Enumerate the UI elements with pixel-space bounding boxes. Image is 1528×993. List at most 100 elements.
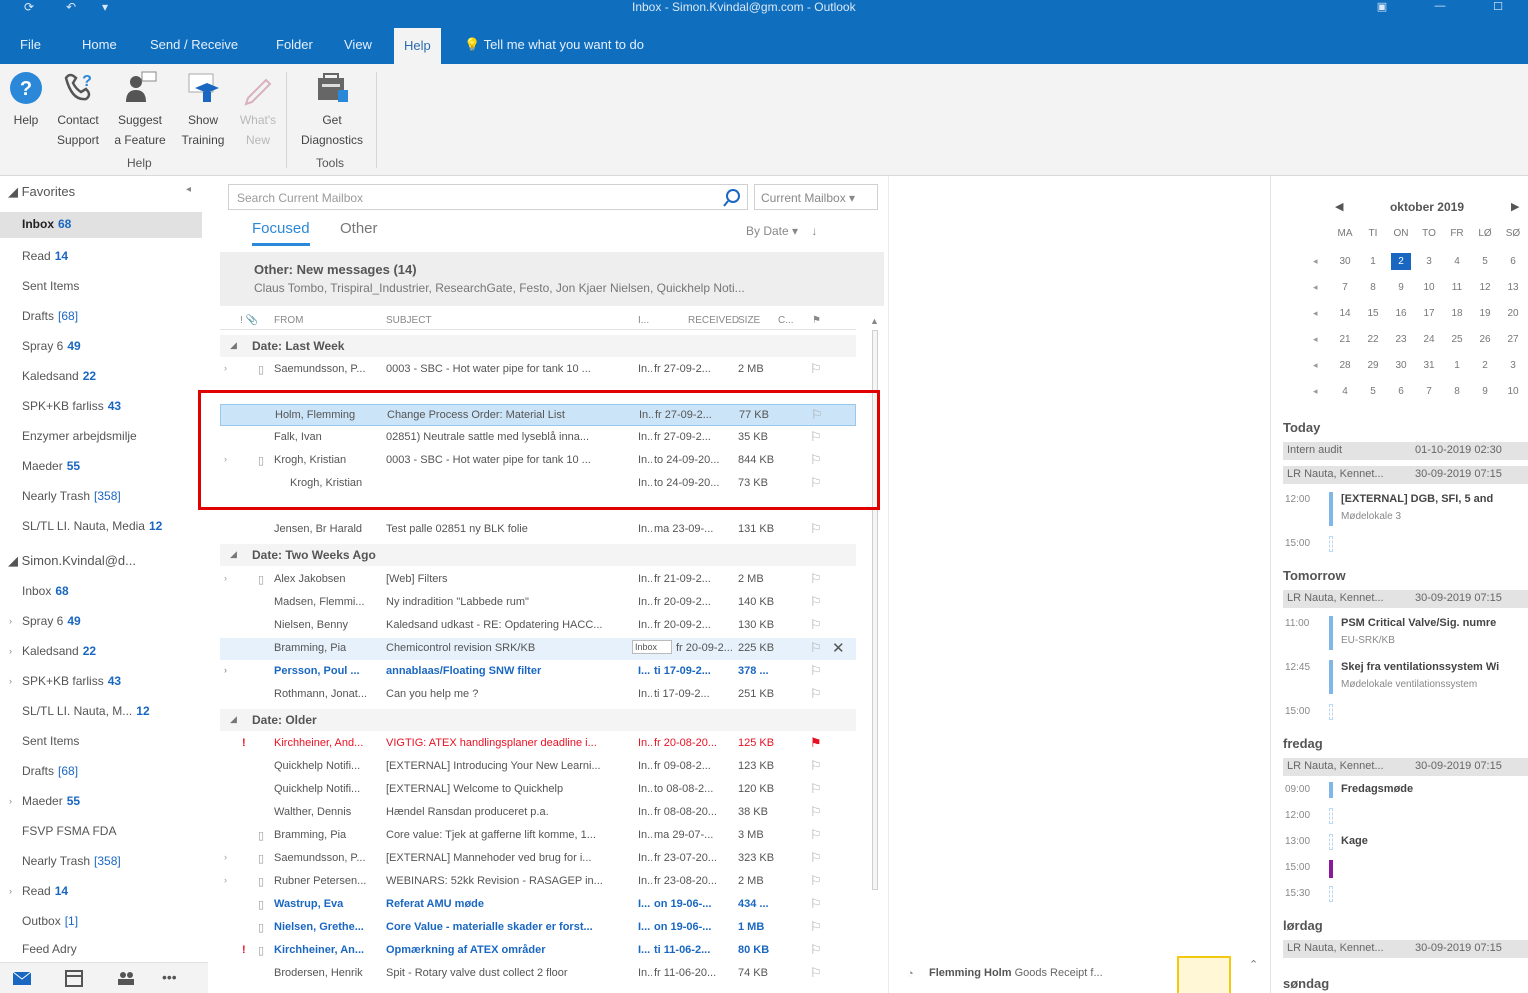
flag-icon[interactable]: ⚐ <box>810 571 824 587</box>
delete-icon[interactable]: ✕ <box>832 639 845 657</box>
scroll-up-icon[interactable]: ▲ <box>870 316 879 326</box>
allday-event[interactable]: LR Nauta, Kennet... 30-09-2019 07:15 <box>1283 758 1528 776</box>
new-mail-notification[interactable]: ◔ Flemming Holm Goods Receipt f... ⌃ <box>901 956 1258 993</box>
calendar-day[interactable]: 4 <box>1335 386 1355 397</box>
sync-icon[interactable]: ⟳ <box>24 0 34 14</box>
message-row-unread[interactable]: ▯ Wastrup, Eva Referat AMU møde I... on … <box>220 894 856 916</box>
calendar-day[interactable]: 6 <box>1391 386 1411 397</box>
calendar-day[interactable]: 3 <box>1503 360 1523 371</box>
free-slot[interactable] <box>1329 536 1333 552</box>
free-slot[interactable] <box>1329 808 1333 824</box>
flag-icon[interactable]: ⚐ <box>810 452 824 468</box>
column-from[interactable]: FROM <box>274 315 303 326</box>
flag-icon[interactable]: ⚐ <box>810 758 824 774</box>
event-bar-purple[interactable] <box>1329 860 1333 878</box>
expand-icon[interactable]: › <box>9 796 12 806</box>
flag-icon[interactable]: ⚐ <box>810 873 824 889</box>
folder-drafts[interactable]: Drafts [68] <box>22 764 78 778</box>
message-row[interactable]: › ▯ Saemundsson, P... 0003 - SBC - Hot w… <box>220 359 856 381</box>
calendar-day[interactable]: 9 <box>1391 282 1411 293</box>
expand-icon[interactable]: › <box>9 646 12 656</box>
sort-direction-icon[interactable]: ↓ <box>811 224 817 238</box>
search-input[interactable]: Search Current Mailbox <box>228 184 748 210</box>
calendar-day[interactable]: 4 <box>1447 256 1467 267</box>
allday-event[interactable]: Intern audit 01-10-2019 02:30 <box>1283 442 1528 460</box>
message-row[interactable]: Nielsen, Benny Kaledsand udkast - RE: Op… <box>220 615 856 637</box>
flag-icon[interactable]: ⚐ <box>810 850 824 866</box>
column-received[interactable]: RECEIVED <box>688 315 739 326</box>
whats-new-button[interactable]: What's New <box>234 70 282 150</box>
calendar-day[interactable]: 30 <box>1335 256 1355 267</box>
get-diagnostics-button[interactable]: Get Diagnostics <box>292 70 372 150</box>
free-slot[interactable] <box>1329 834 1333 850</box>
tab-help[interactable]: Help <box>394 28 441 64</box>
flag-icon[interactable]: ⚑ <box>810 735 824 751</box>
allday-event[interactable]: LR Nauta, Kennet... 30-09-2019 07:15 <box>1283 466 1528 484</box>
calendar-day[interactable]: 14 <box>1335 308 1355 319</box>
folder-kaledsand[interactable]: Kaledsand 22 <box>22 644 96 658</box>
calendar-day[interactable]: 15 <box>1363 308 1383 319</box>
show-training-button[interactable]: Show Training <box>174 70 232 150</box>
flag-icon[interactable]: ⚐ <box>810 361 824 377</box>
calendar-day[interactable]: 13 <box>1503 282 1523 293</box>
calendar-day[interactable]: 7 <box>1335 282 1355 293</box>
calendar-day[interactable]: 18 <box>1447 308 1467 319</box>
folder-maeder[interactable]: Maeder 55 <box>22 459 80 473</box>
help-button[interactable]: ? Help <box>6 70 46 130</box>
folder-enzymer[interactable]: Enzymer arbejdsmilje <box>22 429 137 443</box>
free-slot[interactable] <box>1329 886 1333 902</box>
calendar-day[interactable]: 17 <box>1419 308 1439 319</box>
group-header-two-weeks[interactable]: ◢ Date: Two Weeks Ago <box>220 544 856 566</box>
calendar-day[interactable]: 29 <box>1363 360 1383 371</box>
calendar-day[interactable]: 5 <box>1363 386 1383 397</box>
flag-icon[interactable]: ⚐ <box>810 781 824 797</box>
search-icon[interactable] <box>722 188 742 208</box>
folder-inbox-favorite[interactable]: Inbox 68 <box>0 212 202 238</box>
week-select-icon[interactable]: ◂ <box>1313 308 1318 319</box>
column-subject[interactable]: SUBJECT <box>386 315 432 326</box>
calendar-icon[interactable] <box>64 969 84 987</box>
week-select-icon[interactable]: ◂ <box>1313 256 1318 267</box>
message-row[interactable]: Quickhelp Notifi... [EXTERNAL] Introduci… <box>220 756 856 778</box>
flag-icon[interactable]: ⚐ <box>810 896 824 912</box>
tab-focused[interactable]: Focused <box>252 220 310 246</box>
week-select-icon[interactable]: ◂ <box>1313 334 1318 345</box>
message-row[interactable]: Quickhelp Notifi... [EXTERNAL] Welcome t… <box>220 779 856 801</box>
folder-sl-tl[interactable]: SL/TL LI. Nauta, Media 12 <box>22 519 162 533</box>
flag-icon[interactable]: ⚐ <box>810 663 824 679</box>
folder-sent-items[interactable]: Sent Items <box>22 279 79 293</box>
allday-event[interactable]: LR Nauta, Kennet... 30-09-2019 07:15 <box>1283 590 1528 608</box>
tell-me-search[interactable]: 💡 Tell me what you want to do <box>464 36 644 54</box>
folder-fsvp[interactable]: FSVP FSMA FDA <box>22 824 116 838</box>
collapse-group-icon[interactable]: ◢ <box>230 714 237 725</box>
importance-column-icon[interactable]: ! 📎 <box>240 315 258 326</box>
folder-drafts[interactable]: Drafts [68] <box>22 309 78 323</box>
expand-icon[interactable]: › <box>9 616 12 626</box>
collapse-favorites-icon[interactable]: ◂ <box>186 184 191 195</box>
expand-conversation-icon[interactable]: › <box>224 573 234 583</box>
column-in-folder[interactable]: I... <box>638 315 649 326</box>
favorites-header[interactable]: ◢ Favorites <box>8 184 75 200</box>
folder-nearly-trash[interactable]: Nearly Trash [358] <box>22 489 121 503</box>
folder-spray-6[interactable]: Spray 6 49 <box>22 614 81 628</box>
message-row-unread[interactable]: › Persson, Poul ... annablaas/Floating S… <box>220 661 856 683</box>
event-title[interactable]: Fredagsmøde <box>1341 783 1413 795</box>
calendar-next-icon[interactable]: ▶ <box>1511 200 1519 213</box>
folder-spk-kb[interactable]: SPK+KB farliss 43 <box>22 674 121 688</box>
more-apps-icon[interactable]: ••• <box>162 969 177 985</box>
message-row[interactable]: › ▯ Rubner Petersen... WEBINARS: 52kk Re… <box>220 871 856 893</box>
free-slot[interactable] <box>1329 704 1333 720</box>
expand-icon[interactable]: › <box>9 886 12 896</box>
folder-read[interactable]: Read 14 <box>22 884 68 898</box>
folder-inbox[interactable]: Inbox 68 <box>22 584 69 598</box>
other-messages-banner[interactable]: Other: New messages (14) Claus Tombo, Tr… <box>220 252 884 306</box>
message-row-important[interactable]: ! Kirchheiner, And... VIGTIG: ATEX handl… <box>220 733 856 755</box>
minimize-icon[interactable]: — <box>1430 0 1450 14</box>
flag-icon[interactable]: ⚐ <box>811 407 825 423</box>
calendar-day[interactable]: 12 <box>1475 282 1495 293</box>
calendar-day[interactable]: 28 <box>1335 360 1355 371</box>
calendar-day[interactable]: 3 <box>1419 256 1439 267</box>
flag-icon[interactable]: ⚐ <box>810 594 824 610</box>
message-row[interactable]: › ▯ Krogh, Kristian 0003 - SBC - Hot wat… <box>220 450 856 472</box>
allday-event[interactable]: LR Nauta, Kennet... 30-09-2019 07:15 <box>1283 940 1528 958</box>
